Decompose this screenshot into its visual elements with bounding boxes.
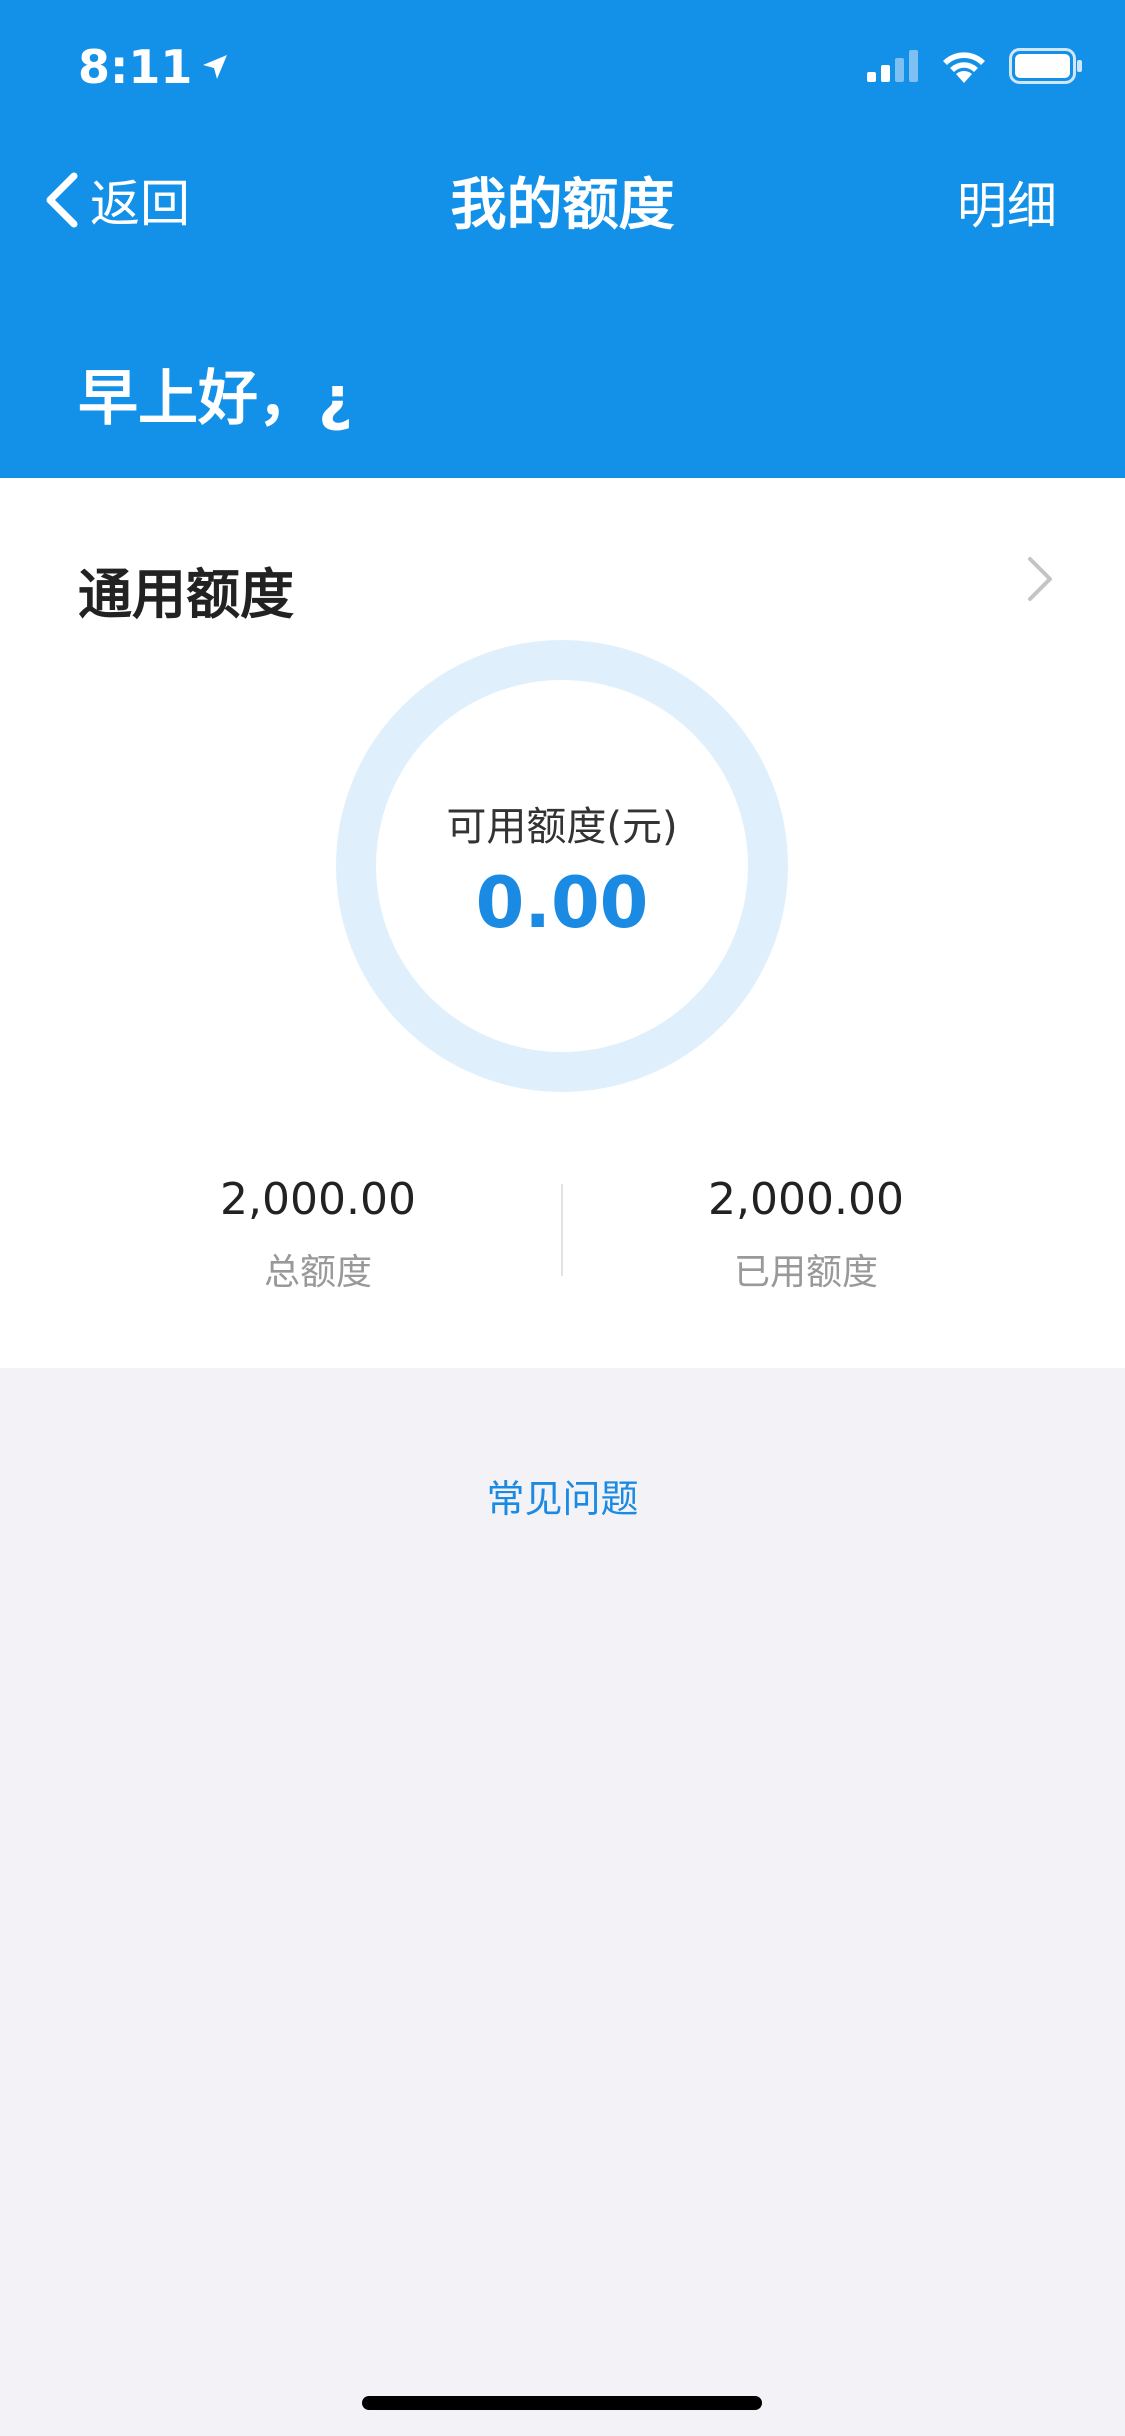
faq-link[interactable]: 常见问题 <box>0 1468 1125 1523</box>
card-detail-arrow[interactable] <box>1025 556 1055 606</box>
total-credit-stat: 2,000.00 总额度 <box>118 1174 518 1295</box>
location-arrow-icon <box>203 55 228 79</box>
used-credit-label: 已用额度 <box>733 1252 878 1293</box>
available-credit-value: 0.00 <box>475 862 649 944</box>
greeting-text: 早上好，¿ <box>78 364 353 434</box>
card-title: 通用额度 <box>78 563 294 626</box>
stat-divider <box>561 1184 563 1276</box>
total-credit-label: 总额度 <box>263 1252 372 1293</box>
credit-card-panel: 通用额度 可用额度(元) 0.00 2,000.00 总额度 2,000.00 … <box>0 478 1125 1368</box>
time-text: 8:11 <box>78 40 193 94</box>
available-credit-label: 可用额度(元) <box>446 804 678 850</box>
signal-icon <box>867 50 918 82</box>
status-bar-time: 8:11 <box>78 40 230 94</box>
chevron-right-icon <box>1028 557 1052 601</box>
used-credit-stat: 2,000.00 已用额度 <box>606 1174 1006 1295</box>
used-credit-value: 2,000.00 <box>708 1174 904 1225</box>
status-bar-right <box>867 48 1083 84</box>
detail-button[interactable]: 明细 <box>957 166 1057 238</box>
header: 8:11 返回 我的额度 明细 早上好，¿ <box>0 0 1125 478</box>
wifi-icon <box>943 52 985 83</box>
battery-icon <box>1009 48 1082 84</box>
home-indicator[interactable] <box>362 2396 762 2410</box>
total-credit-value: 2,000.00 <box>220 1174 416 1225</box>
